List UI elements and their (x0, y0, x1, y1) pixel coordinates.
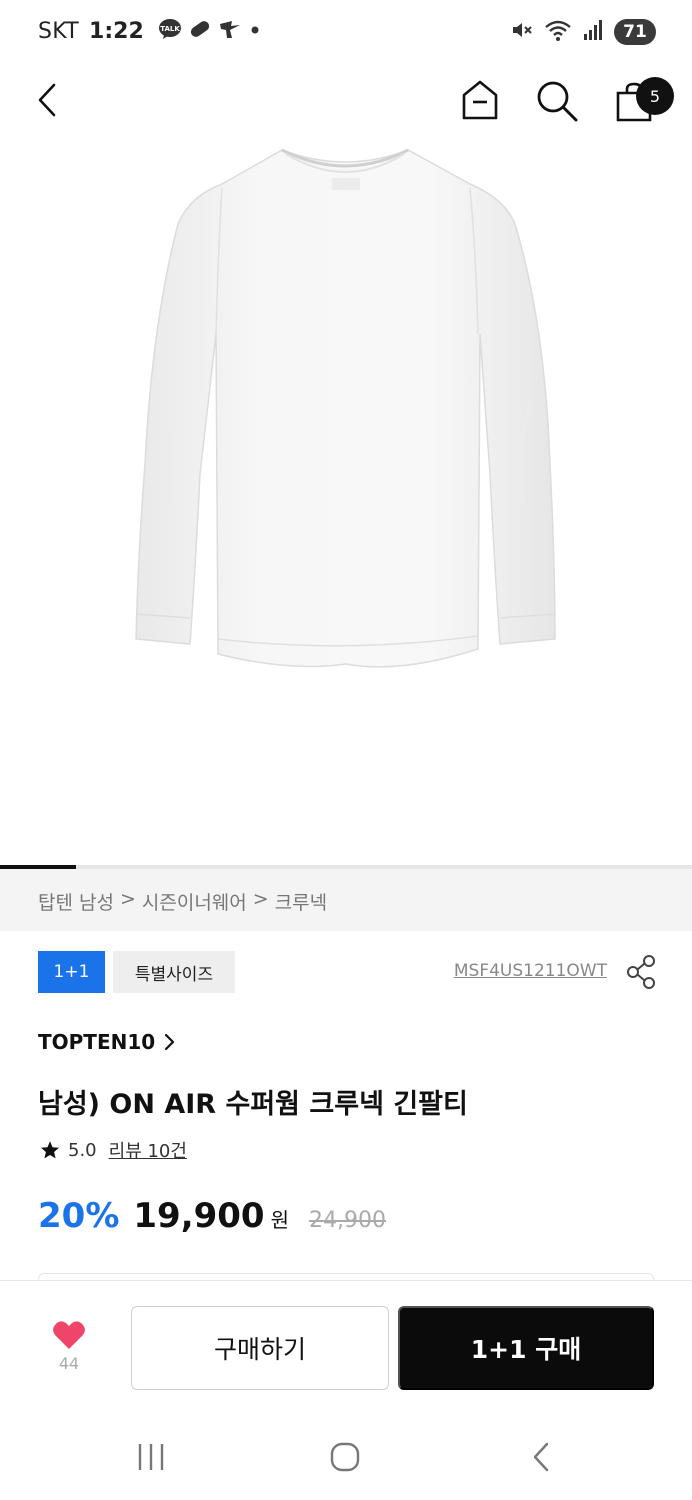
breadcrumb-separator: > (119, 888, 136, 910)
share-icon (627, 955, 655, 989)
back-nav-button[interactable] (516, 1434, 566, 1480)
breadcrumb: 탑텐 남성 > 시즌이너웨어 > 크루넥 (38, 888, 327, 915)
chevron-left-icon (38, 83, 56, 117)
heart-icon (53, 1321, 85, 1349)
cart-count-badge: 5 (636, 77, 674, 115)
breadcrumb-item-brand[interactable]: 탑텐 남성 (38, 888, 114, 915)
home-icon (462, 80, 498, 120)
recent-apps-button[interactable] (126, 1434, 176, 1480)
mute-icon (510, 18, 534, 46)
size-tag: 특별사이즈 (113, 951, 235, 993)
discount-rate: 20% (38, 1196, 120, 1236)
dot-icon (248, 18, 262, 44)
brand-link[interactable]: TOPTEN10 (38, 1030, 175, 1054)
review-count-link[interactable]: 리뷰 10건 (109, 1137, 187, 1163)
star-icon (41, 1141, 59, 1159)
price-row: 20% 19,900 원 24,900 (38, 1196, 386, 1236)
brand-name: TOPTEN10 (38, 1030, 156, 1054)
back-nav-icon (533, 1442, 549, 1472)
wifi-icon (544, 18, 572, 46)
breadcrumb-item-subcategory[interactable]: 크루넥 (275, 888, 327, 915)
app-icon (218, 18, 242, 44)
like-button[interactable]: 44 (48, 1320, 90, 1373)
share-button[interactable] (622, 952, 660, 992)
home-button[interactable] (458, 78, 502, 122)
search-icon (537, 81, 578, 122)
breadcrumb-item-category[interactable]: 시즌이너웨어 (142, 888, 247, 915)
home-circle-icon (330, 1442, 360, 1472)
product-code[interactable]: MSF4US1211OWT (454, 961, 607, 981)
breadcrumb-bar: 탑텐 남성 > 시즌이너웨어 > 크루넥 (0, 869, 692, 931)
buy-button[interactable]: 구매하기 (131, 1306, 389, 1390)
sale-price: 19,900 (133, 1196, 265, 1236)
carrier-label: SKT (38, 18, 80, 44)
pill-icon (188, 18, 212, 44)
buy-one-plus-one-button[interactable]: 1+1 구매 (398, 1306, 654, 1390)
search-button[interactable] (534, 78, 580, 124)
original-price: 24,900 (309, 1208, 386, 1233)
product-image[interactable] (0, 144, 692, 864)
recent-apps-icon (138, 1444, 164, 1470)
like-count: 44 (58, 1354, 80, 1373)
product-title: 남성) ON AIR 수퍼웜 크루넥 긴팔티 (38, 1089, 468, 1120)
rating-row: 5.0 리뷰 10건 (40, 1137, 187, 1163)
svg-text:TALK: TALK (160, 25, 180, 33)
promo-tag: 1+1 (38, 951, 105, 993)
back-button[interactable] (26, 78, 70, 122)
currency-unit: 원 (270, 1208, 289, 1232)
system-navigation-bar (0, 1404, 692, 1500)
rating-value: 5.0 (68, 1139, 97, 1161)
breadcrumb-separator: > (252, 888, 269, 910)
white-long-sleeve-shirt-image (135, 148, 556, 668)
signal-icon (582, 18, 604, 46)
status-time: 1:22 (89, 18, 144, 44)
app-header: 5 (0, 64, 692, 144)
chevron-right-icon (165, 1033, 175, 1051)
battery-indicator: 71 (614, 19, 656, 45)
status-bar: SKT 1:22 TALK 71 (0, 0, 692, 64)
home-nav-button[interactable] (320, 1434, 370, 1480)
talk-icon: TALK (158, 18, 182, 44)
